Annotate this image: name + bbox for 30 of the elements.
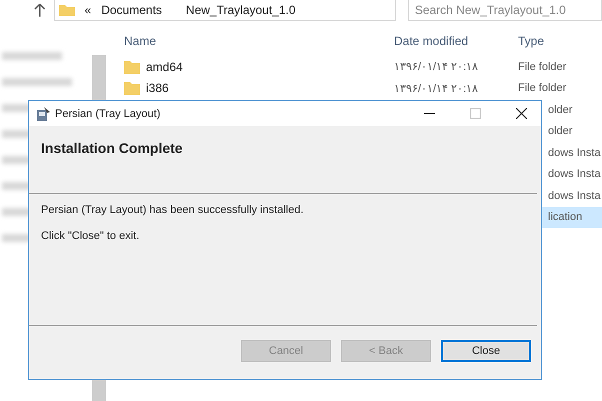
type-cell: File folder: [518, 82, 566, 94]
installer-icon: [35, 106, 51, 122]
column-header[interactable]: Name: [116, 34, 394, 48]
type-cell: older: [548, 125, 572, 138]
blurred-label: [2, 78, 72, 86]
folder-icon: [124, 60, 140, 74]
address-bar[interactable]: « Documents New_Traylayout_1.0: [54, 0, 396, 21]
date-cell-text: ۱۳۹۶/۰۱/۱۴ ۲۰:۱۸: [394, 82, 480, 95]
search-field[interactable]: Search New_Traylayout_1.0: [408, 0, 602, 21]
message-text: Persian (Tray Layout) has been successfully installed.: [41, 204, 304, 216]
folder-icon: [124, 81, 140, 96]
column-header[interactable]: Date modified: [394, 34, 518, 48]
close-icon[interactable]: [516, 108, 527, 119]
blurred-label: [2, 52, 62, 60]
message-text: Click "Close" to exit.: [41, 230, 140, 242]
file-name: i386: [146, 81, 169, 96]
date-cell-text: ۱۳۹۶/۰۱/۱۴ ۲۰:۱۸: [394, 60, 480, 74]
breadcrumb-item[interactable]: Documents: [101, 3, 162, 17]
dialog-button[interactable]: Close: [441, 340, 531, 362]
type-cell: File folder: [518, 60, 566, 73]
folder-icon: [58, 4, 75, 16]
column-header[interactable]: Type: [518, 34, 544, 48]
type-cell: lication: [548, 211, 582, 224]
breadcrumb-item[interactable]: New_Traylayout_1.0: [186, 3, 296, 17]
window-title: Persian (Tray Layout): [55, 108, 162, 120]
file-name: amd64: [146, 60, 183, 74]
type-cell: dows Insta: [548, 168, 601, 180]
type-cell: dows Insta: [548, 190, 601, 202]
breadcrumb-item[interactable]: «: [84, 3, 92, 17]
dialog-heading: Installation Complete: [41, 140, 183, 156]
